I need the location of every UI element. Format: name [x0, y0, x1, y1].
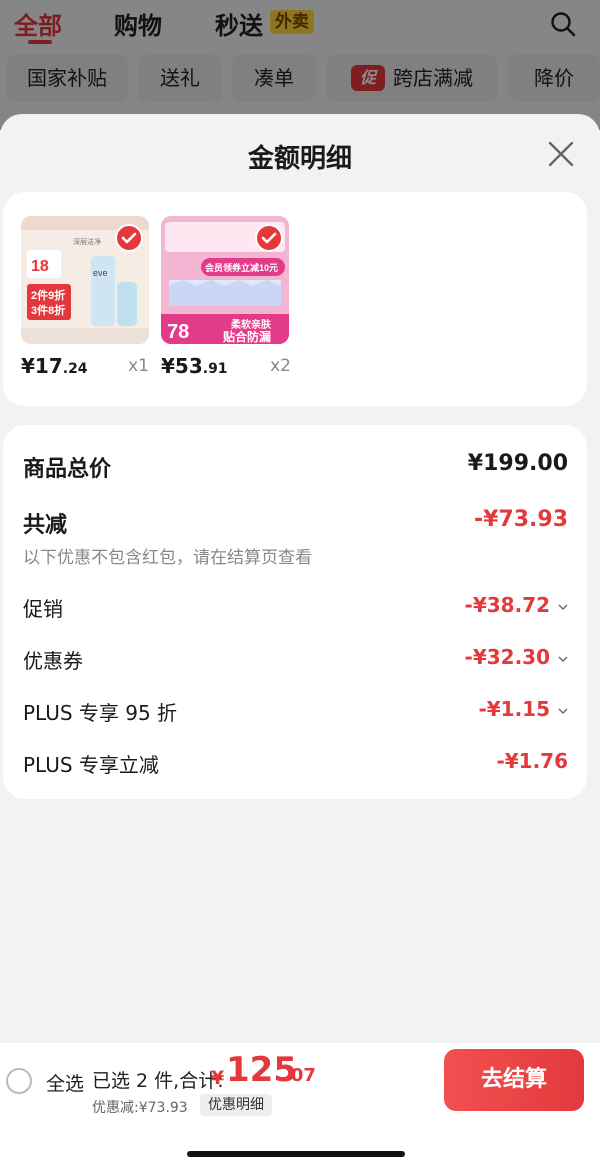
total-price-value: ¥199.00	[467, 451, 568, 476]
product1-price-tag: 18	[31, 258, 49, 275]
home-indicator	[187, 1151, 405, 1157]
discount-value: -¥73.93	[473, 507, 568, 532]
close-icon[interactable]	[545, 138, 577, 170]
plus-instant-label: PLUS 专享立减	[23, 753, 159, 777]
discount-row: 共减 -¥73.93	[23, 507, 568, 538]
plus-discount-value: -¥1.15	[478, 697, 550, 721]
checkout-bar: 全选 已选 2 件,合计: ¥ 125 .07 优惠减:¥73.93 优惠明细 …	[0, 1043, 600, 1119]
chevron-down-icon	[558, 604, 568, 610]
product-price-row: ¥17.24 x1	[21, 354, 149, 382]
promotion-label: 促销	[23, 597, 63, 621]
select-all-label[interactable]: 全选	[46, 1069, 84, 1096]
product-image: 18 2件9折 3件8折 深层洁净 eve	[21, 216, 149, 344]
coupon-label: 优惠券	[23, 649, 83, 673]
chevron-down-icon	[558, 656, 568, 662]
price-detail-card: 商品总价 ¥199.00 共减 -¥73.93 以下优惠不包含红包，请在结算页查…	[3, 425, 587, 799]
selected-check-icon	[255, 224, 283, 252]
select-all-checkbox[interactable]	[6, 1068, 32, 1094]
selected-summary: 已选 2 件,合计:	[92, 1070, 224, 1092]
plus-discount-label: PLUS 专享 95 折	[23, 701, 178, 725]
discount-detail-button[interactable]: 优惠明细	[200, 1094, 272, 1116]
product2-slogan2: 贴合防漏	[223, 329, 271, 344]
modal-backdrop[interactable]	[0, 0, 600, 130]
product-price: ¥53.91	[161, 354, 228, 378]
promotion-row[interactable]: 促销 -¥38.72	[23, 593, 568, 623]
total-currency: ¥	[211, 1067, 225, 1089]
coupon-row[interactable]: 优惠券 -¥32.30	[23, 645, 568, 675]
checkout-button[interactable]: 去结算	[444, 1049, 584, 1111]
plus-instant-row: PLUS 专享立减 -¥1.76	[23, 749, 568, 779]
discount-label: 共减	[23, 513, 68, 538]
product2-banner: 会员领券立减10元	[205, 262, 278, 273]
product1-promo-line2: 3件8折	[31, 303, 65, 317]
total-amount-dec: .07	[284, 1065, 316, 1086]
selected-check-icon	[115, 224, 143, 252]
saved-amount: 优惠减:¥73.93	[92, 1100, 188, 1116]
bottom-safe-area	[0, 1119, 600, 1171]
plus-instant-value: -¥1.76	[496, 749, 568, 773]
coupon-value: -¥32.30	[464, 645, 550, 669]
amount-detail-sheet: 金额明细 18 2件9折 3件8折 深层洁净 eve ¥17.24 x1 会员领…	[0, 114, 600, 1171]
discount-note: 以下优惠不包含红包，请在结算页查看	[23, 548, 312, 568]
products-card: 18 2件9折 3件8折 深层洁净 eve ¥17.24 x1 会员领券立减10…	[3, 192, 587, 406]
total-price-label: 商品总价	[23, 457, 112, 482]
product-price: ¥17.24	[21, 354, 88, 378]
total-price-row: 商品总价 ¥199.00	[23, 451, 568, 482]
product-qty: x2	[270, 356, 291, 376]
product1-promo-line1: 2件9折	[31, 288, 65, 302]
product2-price-tag: 78	[167, 321, 189, 343]
sheet-title: 金额明细	[247, 144, 352, 174]
product1-headline: 深层洁净	[73, 237, 101, 246]
product-qty: x1	[128, 356, 149, 376]
promotion-value: -¥38.72	[464, 593, 550, 617]
product1-brand: eve	[93, 268, 108, 278]
product-price-row: ¥53.91 x2	[161, 354, 291, 382]
chevron-down-icon	[558, 708, 568, 714]
product-image: 会员领券立减10元 78 柔软亲肤 贴合防漏	[161, 216, 289, 344]
plus-discount-row[interactable]: PLUS 专享 95 折 -¥1.15	[23, 697, 568, 727]
